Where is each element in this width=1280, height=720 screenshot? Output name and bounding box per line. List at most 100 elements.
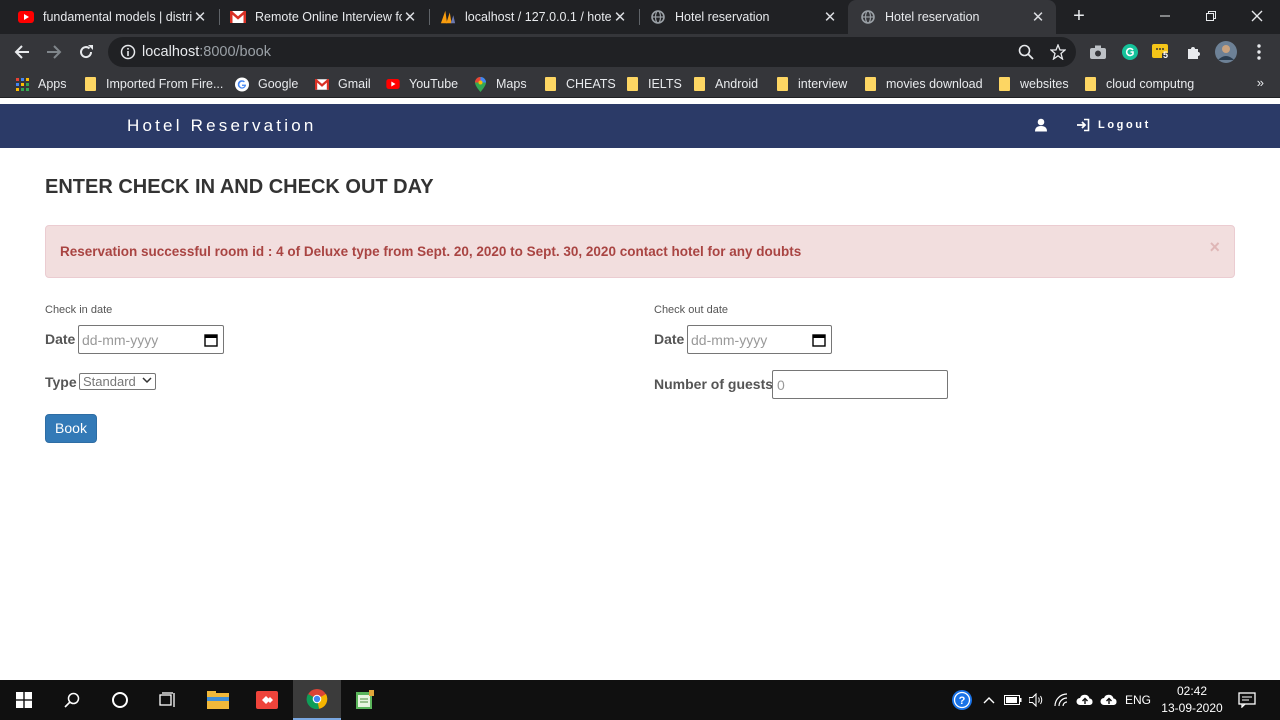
clock-time: 02:42	[1176, 684, 1208, 698]
checkout-heading: Check out date	[654, 304, 728, 316]
zoom-icon[interactable]	[1018, 44, 1034, 60]
bookmarks-overflow-icon[interactable]: »	[1257, 75, 1264, 90]
extensions-puzzle-icon[interactable]	[1185, 43, 1203, 61]
svg-text:?: ?	[959, 695, 966, 707]
forward-arrow-icon[interactable]	[41, 39, 67, 65]
folder-icon	[692, 77, 706, 91]
chevron-down-icon	[142, 375, 152, 390]
minimize-icon[interactable]	[1142, 0, 1188, 32]
tab-title: Remote Online Interview fo	[255, 10, 402, 24]
address-url[interactable]: localhost:8000/book	[142, 44, 271, 60]
calendar-icon[interactable]	[204, 333, 218, 347]
bookmark-android[interactable]: Android	[692, 76, 758, 92]
bookmark-label: Android	[715, 77, 759, 91]
cortana-icon[interactable]	[96, 680, 144, 720]
search-icon[interactable]	[48, 680, 96, 720]
help-icon[interactable]: ?	[950, 680, 974, 720]
alert-close-icon[interactable]: ×	[1209, 237, 1220, 258]
site-navbar: Hotel Reservation Logout	[0, 104, 1280, 148]
window-close-icon[interactable]	[1234, 0, 1280, 32]
grammarly-icon[interactable]	[1121, 43, 1139, 61]
task-view-icon[interactable]	[144, 680, 192, 720]
battery-icon[interactable]	[1003, 680, 1023, 720]
book-button[interactable]: Book	[45, 414, 97, 443]
tab-title: fundamental models | distri	[43, 10, 192, 24]
browser-tab-1[interactable]: fundamental models | distri ✕	[0, 0, 218, 34]
date-placeholder: dd-mm-yyyy	[691, 332, 768, 348]
bookmark-star-icon[interactable]	[1049, 43, 1067, 61]
browser-menu-icon[interactable]	[1250, 43, 1268, 61]
site-info-icon[interactable]	[120, 44, 136, 60]
bookmark-websites[interactable]: websites	[997, 76, 1069, 92]
close-icon[interactable]: ✕	[402, 8, 418, 26]
bookmark-imported[interactable]: Imported From Fire...	[83, 76, 223, 92]
system-clock[interactable]: 02:42 13-09-2020	[1160, 683, 1224, 717]
apps-grid-icon	[15, 77, 29, 91]
user-icon[interactable]	[1034, 118, 1048, 132]
logout-icon	[1076, 118, 1090, 132]
bookmark-gmail[interactable]: Gmail	[315, 76, 371, 92]
browser-tab-4[interactable]: Hotel reservation ✕	[632, 0, 848, 34]
notepad-app-icon[interactable]	[341, 680, 389, 720]
close-icon[interactable]: ✕	[1030, 8, 1046, 26]
restore-icon[interactable]	[1188, 0, 1234, 32]
globe-icon	[650, 9, 666, 25]
checkin-date-input[interactable]: dd-mm-yyyy	[78, 325, 224, 354]
bookmark-ielts[interactable]: IELTS	[625, 76, 682, 92]
chevron-up-icon[interactable]	[980, 680, 998, 720]
bookmark-label: Maps	[496, 77, 527, 91]
volume-icon[interactable]	[1027, 680, 1047, 720]
tab-title: Hotel reservation	[885, 10, 980, 24]
onedrive-icon[interactable]	[1099, 680, 1119, 720]
notes-extension-icon[interactable]: 5	[1152, 43, 1170, 61]
bookmark-apps[interactable]: Apps	[15, 76, 67, 92]
folder-icon	[543, 77, 557, 91]
new-tab-button[interactable]: +	[1068, 5, 1090, 27]
bookmark-label: cloud computng	[1106, 77, 1195, 91]
windows-start-icon[interactable]	[0, 680, 48, 720]
room-type-select[interactable]: Standard	[79, 373, 156, 390]
site-brand[interactable]: Hotel Reservation	[127, 116, 317, 136]
bookmark-movies-download[interactable]: movies download	[863, 76, 983, 92]
profile-avatar[interactable]	[1215, 41, 1237, 63]
gmail-icon	[230, 9, 246, 25]
chrome-taskbar-icon[interactable]	[293, 680, 341, 720]
checkout-date-input[interactable]: dd-mm-yyyy	[687, 325, 832, 354]
calendar-icon[interactable]	[812, 333, 826, 347]
wifi-icon[interactable]	[1052, 680, 1072, 720]
notification-icon[interactable]	[1236, 680, 1258, 720]
folder-icon	[997, 77, 1011, 91]
browser-tab-3[interactable]: localhost / 127.0.0.1 / hotel ✕	[422, 0, 638, 34]
close-icon[interactable]: ✕	[192, 8, 208, 26]
anydesk-icon[interactable]	[243, 680, 291, 720]
close-icon[interactable]: ✕	[612, 8, 628, 26]
logout-link[interactable]: Logout	[1076, 118, 1151, 132]
bookmark-google[interactable]: Google	[235, 76, 298, 92]
globe-icon	[860, 9, 876, 25]
bookmark-cloud-computng[interactable]: cloud computng	[1083, 76, 1194, 92]
close-icon[interactable]: ✕	[822, 8, 838, 26]
bookmarks-bar: Apps Imported From Fire... Google Gmail …	[0, 70, 1280, 98]
alert-message: Reservation successful room id : 4 of De…	[60, 244, 802, 259]
success-alert: Reservation successful room id : 4 of De…	[45, 225, 1235, 278]
reload-icon[interactable]	[73, 39, 99, 65]
guests-input[interactable]: 0	[772, 370, 948, 399]
youtube-icon	[18, 9, 34, 25]
browser-tab-2[interactable]: Remote Online Interview fo ✕	[212, 0, 428, 34]
folder-icon	[83, 77, 97, 91]
browser-toolbar: localhost:8000/book 5	[0, 34, 1280, 70]
bookmark-cheats[interactable]: CHEATS	[543, 76, 616, 92]
onedrive-sync-icon[interactable]	[1075, 680, 1095, 720]
bookmark-interview[interactable]: interview	[775, 76, 847, 92]
language-indicator[interactable]: ENG	[1124, 680, 1152, 720]
file-explorer-icon[interactable]	[194, 680, 242, 720]
folder-icon	[625, 77, 639, 91]
back-arrow-icon[interactable]	[9, 39, 35, 65]
browser-tab-strip: fundamental models | distri ✕ Remote Onl…	[0, 0, 1280, 34]
bookmark-label: movies download	[886, 77, 983, 91]
bookmark-maps[interactable]: Maps	[473, 76, 527, 92]
bookmark-youtube[interactable]: YouTube	[386, 76, 458, 92]
address-bar[interactable]: localhost:8000/book	[108, 37, 1076, 67]
browser-tab-5-active[interactable]: Hotel reservation ✕	[848, 0, 1056, 34]
camera-extension-icon[interactable]	[1089, 43, 1107, 61]
